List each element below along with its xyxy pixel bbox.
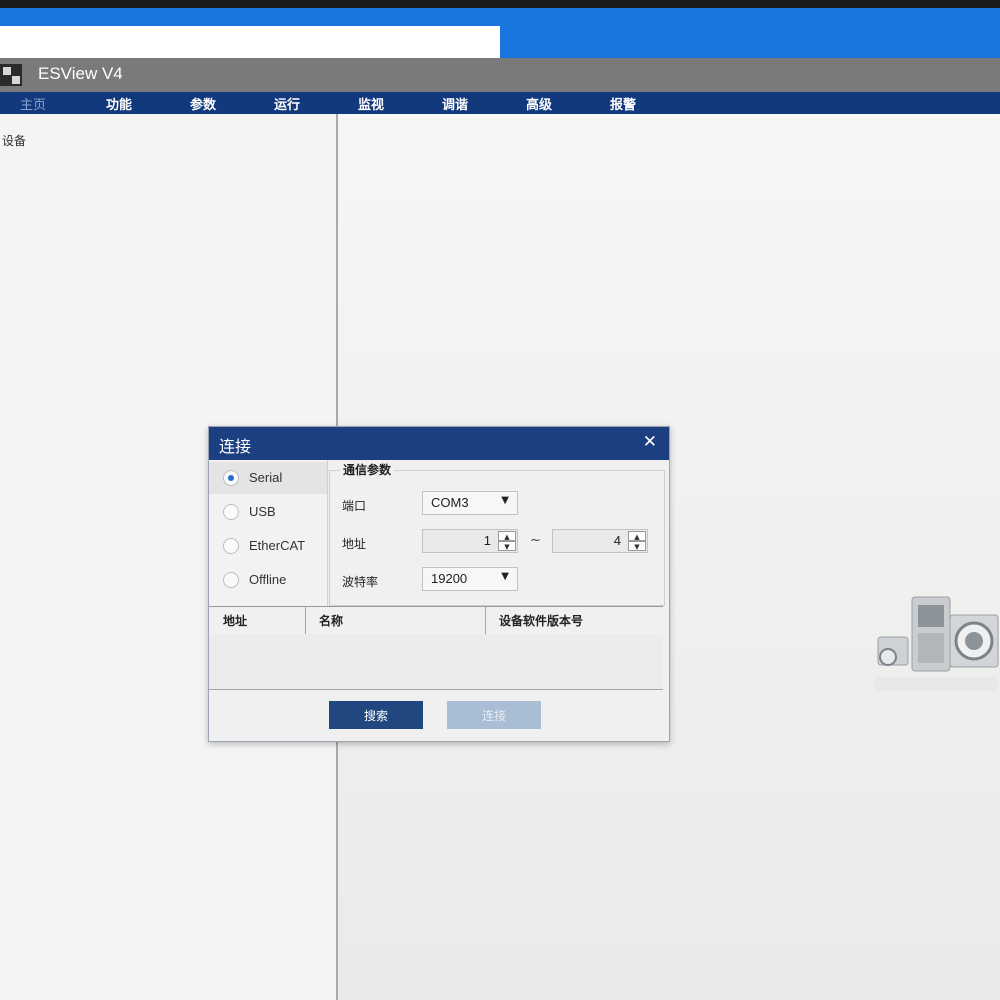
dialog-title: 连接 bbox=[219, 437, 252, 456]
comm-params-title: 通信参数 bbox=[340, 461, 395, 478]
menu-item-function[interactable]: 功能 bbox=[106, 94, 132, 113]
menu-item-parameters[interactable]: 参数 bbox=[190, 94, 216, 113]
menu-item-alarm[interactable]: 报警 bbox=[610, 94, 636, 113]
address-to-spinner[interactable]: 4 ▲ ▼ bbox=[552, 529, 648, 553]
sidebar-device-label: 设备 bbox=[2, 134, 27, 148]
column-header-address[interactable]: 地址 bbox=[223, 612, 247, 629]
spin-up-icon[interactable]: ▲ bbox=[628, 531, 646, 541]
close-icon[interactable]: ✕ bbox=[643, 432, 657, 452]
menu-item-monitor[interactable]: 监视 bbox=[358, 94, 384, 113]
baud-rate-label: 波特率 bbox=[342, 575, 379, 589]
baud-rate-value: 19200 bbox=[431, 571, 468, 586]
connection-option-label: Offline bbox=[249, 572, 287, 587]
chevron-down-icon: ▼ bbox=[501, 571, 509, 582]
radio-ethercat[interactable] bbox=[223, 538, 239, 554]
range-separator: ~ bbox=[530, 533, 541, 548]
comm-params-group: 通信参数 端口 COM3 ▼ 地址 1 ▲ ▼ ~ 4 ▲ ▼ 波特率 1920… bbox=[329, 461, 665, 606]
app-title: ESView V4 bbox=[38, 64, 123, 83]
screen: ESView V4 主页 功能 参数 运行 监视 调谐 高级 报警 设备 连接 … bbox=[0, 8, 1000, 1000]
connection-option-ethercat[interactable]: EtherCAT bbox=[209, 530, 327, 562]
taskbar-search-box[interactable] bbox=[0, 26, 500, 58]
chevron-down-icon: ▼ bbox=[501, 495, 509, 506]
address-from-value: 1 bbox=[483, 533, 491, 548]
connection-option-label: EtherCAT bbox=[249, 538, 306, 553]
address-from-spinner[interactable]: 1 ▲ ▼ bbox=[422, 529, 518, 553]
connection-option-label: Serial bbox=[249, 470, 283, 485]
column-divider bbox=[305, 607, 306, 634]
menu-item-run[interactable]: 运行 bbox=[274, 94, 300, 113]
device-table-header: 地址 名称 设备软件版本号 bbox=[209, 606, 663, 635]
column-divider bbox=[485, 607, 486, 634]
connection-option-usb[interactable]: USB bbox=[209, 496, 327, 528]
radio-serial[interactable] bbox=[223, 470, 239, 486]
servo-product-image bbox=[874, 596, 999, 691]
address-to-value: 4 bbox=[613, 533, 621, 548]
connection-option-label: USB bbox=[249, 504, 276, 519]
connection-option-offline[interactable]: Offline bbox=[209, 564, 327, 596]
port-select[interactable]: COM3 ▼ bbox=[422, 491, 518, 515]
spin-up-icon[interactable]: ▲ bbox=[498, 531, 516, 541]
connection-option-serial[interactable]: Serial bbox=[209, 462, 327, 494]
spinner-buttons: ▲ ▼ bbox=[498, 531, 516, 551]
menubar: 主页 功能 参数 运行 监视 调谐 高级 报警 bbox=[0, 92, 1000, 114]
app-logo-icon bbox=[0, 64, 22, 86]
menu-item-advanced[interactable]: 高级 bbox=[526, 94, 552, 113]
connection-type-list: Serial USB EtherCAT Offline bbox=[209, 460, 328, 606]
baud-rate-select[interactable]: 19200 ▼ bbox=[422, 567, 518, 591]
column-header-name[interactable]: 名称 bbox=[319, 612, 343, 629]
port-value: COM3 bbox=[431, 495, 469, 510]
dialog-titlebar: 连接 ✕ bbox=[209, 427, 669, 460]
radio-usb[interactable] bbox=[223, 504, 239, 520]
device-table-body bbox=[209, 634, 663, 690]
taskbar bbox=[0, 8, 1000, 58]
search-button[interactable]: 搜索 bbox=[329, 701, 423, 729]
connect-dialog: 连接 ✕ Serial USB EtherCAT Offline 通信参数 端口… bbox=[208, 426, 670, 742]
spin-down-icon[interactable]: ▼ bbox=[498, 541, 516, 551]
radio-offline[interactable] bbox=[223, 572, 239, 588]
column-header-firmware-version[interactable]: 设备软件版本号 bbox=[499, 612, 583, 629]
spinner-buttons: ▲ ▼ bbox=[628, 531, 646, 551]
address-label: 地址 bbox=[342, 537, 367, 551]
spin-down-icon[interactable]: ▼ bbox=[628, 541, 646, 551]
menu-item-tuning[interactable]: 调谐 bbox=[442, 94, 468, 113]
port-label: 端口 bbox=[342, 499, 367, 513]
app-titlebar: ESView V4 bbox=[0, 58, 1000, 92]
connect-button[interactable]: 连接 bbox=[447, 701, 541, 729]
menu-item-home[interactable]: 主页 bbox=[20, 94, 46, 113]
